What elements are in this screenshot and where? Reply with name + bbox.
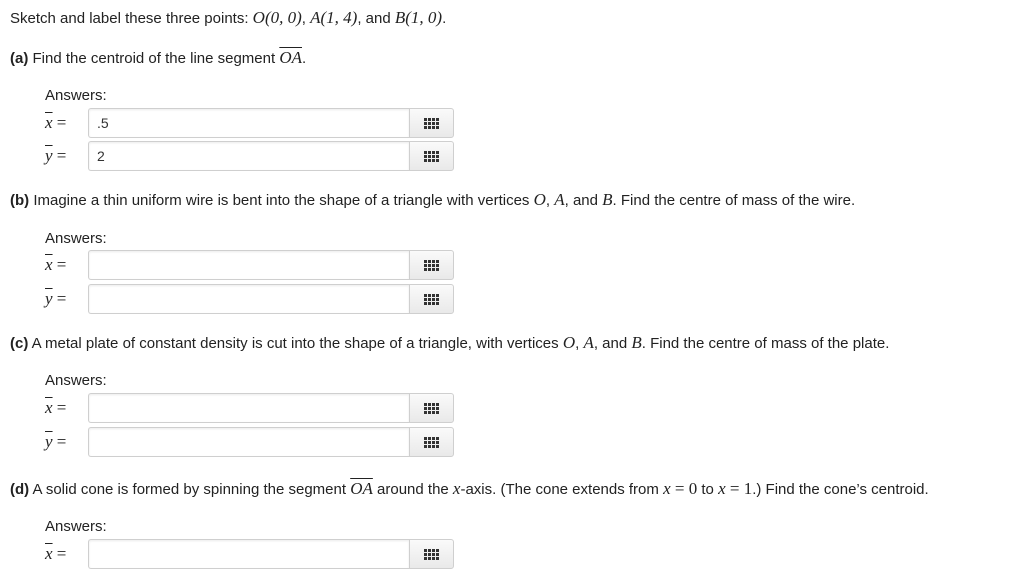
- x-bar-var: x: [45, 398, 53, 417]
- part-d-text: around the: [372, 481, 453, 498]
- part-d-x-input[interactable]: [88, 539, 409, 569]
- vertex-o: O: [562, 333, 576, 352]
- part-b-text-end: . Find the centre of mass of the wire.: [612, 192, 856, 209]
- part-d-answers-label: Answers:: [45, 518, 107, 535]
- vertex-b: B: [631, 333, 642, 352]
- point-o: O(0, 0): [252, 8, 302, 27]
- part-c-label: (c): [10, 335, 29, 352]
- segment-oa: OA: [279, 48, 302, 67]
- part-a-y-input[interactable]: 2: [88, 141, 409, 171]
- y-bar-var: y: [45, 146, 53, 165]
- equals-sign: =: [52, 398, 67, 417]
- part-a-label: (a): [10, 50, 29, 67]
- grid-icon: [424, 436, 439, 448]
- x-bar-var: x: [45, 113, 53, 132]
- part-c-text-end: . Find the centre of mass of the plate.: [641, 335, 890, 352]
- part-c-y-keyboard-button[interactable]: [409, 427, 454, 457]
- part-b-y-keyboard-button[interactable]: [409, 284, 454, 314]
- x-bar-var: x: [45, 255, 53, 274]
- vertex-a: A: [583, 333, 594, 352]
- cond-var: x: [663, 479, 671, 498]
- part-d-x-label: x =: [45, 539, 85, 569]
- cond-value: = 1: [725, 479, 753, 498]
- part-d-x-keyboard-button[interactable]: [409, 539, 454, 569]
- grid-icon: [424, 117, 439, 129]
- part-d-label: (d): [10, 481, 30, 498]
- y-bar-var: y: [45, 432, 53, 451]
- part-b-x-label: x =: [45, 250, 85, 280]
- grid-icon: [424, 150, 439, 162]
- part-d-question: (d) A solid cone is formed by spinning t…: [10, 479, 929, 500]
- part-a-answers-label: Answers:: [45, 87, 107, 104]
- part-c-x-label: x =: [45, 393, 85, 423]
- cond-var: x: [718, 479, 726, 498]
- part-c-question: (c) A metal plate of constant density is…: [10, 333, 889, 354]
- part-b-question: (b) Imagine a thin uniform wire is bent …: [10, 190, 855, 211]
- point-a: A(1, 4): [310, 8, 358, 27]
- equals-sign: =: [52, 432, 67, 451]
- part-d-text: -axis. (The cone extends from: [460, 481, 664, 498]
- part-d-text: to: [697, 481, 719, 498]
- part-a-x-label: x =: [45, 108, 85, 138]
- vertex-o: O: [533, 190, 546, 209]
- part-b-x-input[interactable]: [88, 250, 409, 280]
- intro-text: Sketch and label these three points:: [10, 10, 253, 27]
- part-a-text: Find the centroid of the line segment: [28, 50, 280, 67]
- grid-icon: [424, 402, 439, 414]
- sep: , and: [564, 192, 603, 209]
- part-d-text: A solid cone is formed by spinning the s…: [29, 481, 351, 498]
- equals-sign: =: [52, 146, 67, 165]
- part-a-x-input[interactable]: .5: [88, 108, 409, 138]
- x-bar-var: x: [45, 544, 53, 563]
- part-a-question: (a) Find the centroid of the line segmen…: [10, 48, 306, 69]
- part-a-end: .: [302, 50, 307, 67]
- grid-icon: [424, 293, 439, 305]
- part-c-text: A metal plate of constant density is cut…: [28, 335, 563, 352]
- intro-end: .: [442, 10, 447, 27]
- part-b-label: (b): [10, 192, 30, 209]
- grid-icon: [424, 548, 439, 560]
- equals-sign: =: [52, 113, 67, 132]
- part-b-y-label: y =: [45, 284, 85, 314]
- equals-sign: =: [52, 255, 67, 274]
- vertex-a: A: [554, 190, 565, 209]
- y-bar-var: y: [45, 289, 53, 308]
- equals-sign: =: [52, 289, 67, 308]
- part-b-text: Imagine a thin uniform wire is bent into…: [29, 192, 534, 209]
- vertex-b: B: [602, 190, 613, 209]
- part-a-x-keyboard-button[interactable]: [409, 108, 454, 138]
- intro-sep: , and: [357, 10, 395, 27]
- part-c-x-input[interactable]: [88, 393, 409, 423]
- equals-sign: =: [52, 544, 67, 563]
- intro-sep: ,: [301, 10, 311, 27]
- part-c-x-keyboard-button[interactable]: [409, 393, 454, 423]
- point-b: B(1, 0): [394, 8, 443, 27]
- part-d-text-end: .) Find the cone’s centroid.: [752, 481, 929, 498]
- part-c-y-input[interactable]: [88, 427, 409, 457]
- sep: ,: [545, 192, 555, 209]
- segment-oa: OA: [350, 479, 373, 498]
- part-c-answers-label: Answers:: [45, 372, 107, 389]
- problem-intro: Sketch and label these three points: O(0…: [10, 8, 446, 29]
- part-b-x-keyboard-button[interactable]: [409, 250, 454, 280]
- part-c-y-label: y =: [45, 427, 85, 457]
- part-a-y-keyboard-button[interactable]: [409, 141, 454, 171]
- part-a-y-label: y =: [45, 141, 85, 171]
- part-b-y-input[interactable]: [88, 284, 409, 314]
- part-b-answers-label: Answers:: [45, 230, 107, 247]
- sep: , and: [593, 335, 632, 352]
- cond-value: = 0: [670, 479, 698, 498]
- grid-icon: [424, 259, 439, 271]
